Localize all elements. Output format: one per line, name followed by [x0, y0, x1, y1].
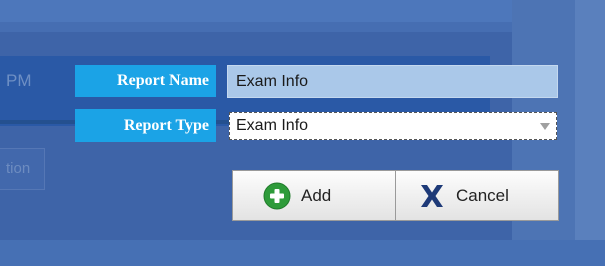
x-icon [418, 182, 446, 210]
add-button-label: Add [301, 185, 332, 205]
report-name-input[interactable] [227, 65, 558, 98]
background-time-fragment: PM [6, 71, 32, 90]
cancel-button[interactable]: Cancel [395, 170, 559, 221]
chevron-down-icon[interactable] [540, 123, 550, 130]
background-ghost-button-text: tion [6, 160, 31, 177]
cancel-button-label: Cancel [456, 185, 509, 205]
plus-circle-icon [263, 182, 291, 210]
background-right-edge [575, 0, 605, 266]
report-name-label-text: Report Name [117, 72, 209, 89]
report-type-label-text: Report Type [123, 116, 209, 134]
report-name-label: Report Name [75, 65, 216, 97]
background-bottom [0, 240, 605, 266]
background-ghost-button: tion [0, 148, 45, 190]
report-type-select[interactable]: Exam Info [229, 112, 557, 140]
add-button[interactable]: Add [232, 170, 397, 221]
report-type-selected-value: Exam Info [236, 117, 309, 134]
report-type-label: Report Type [75, 109, 216, 142]
